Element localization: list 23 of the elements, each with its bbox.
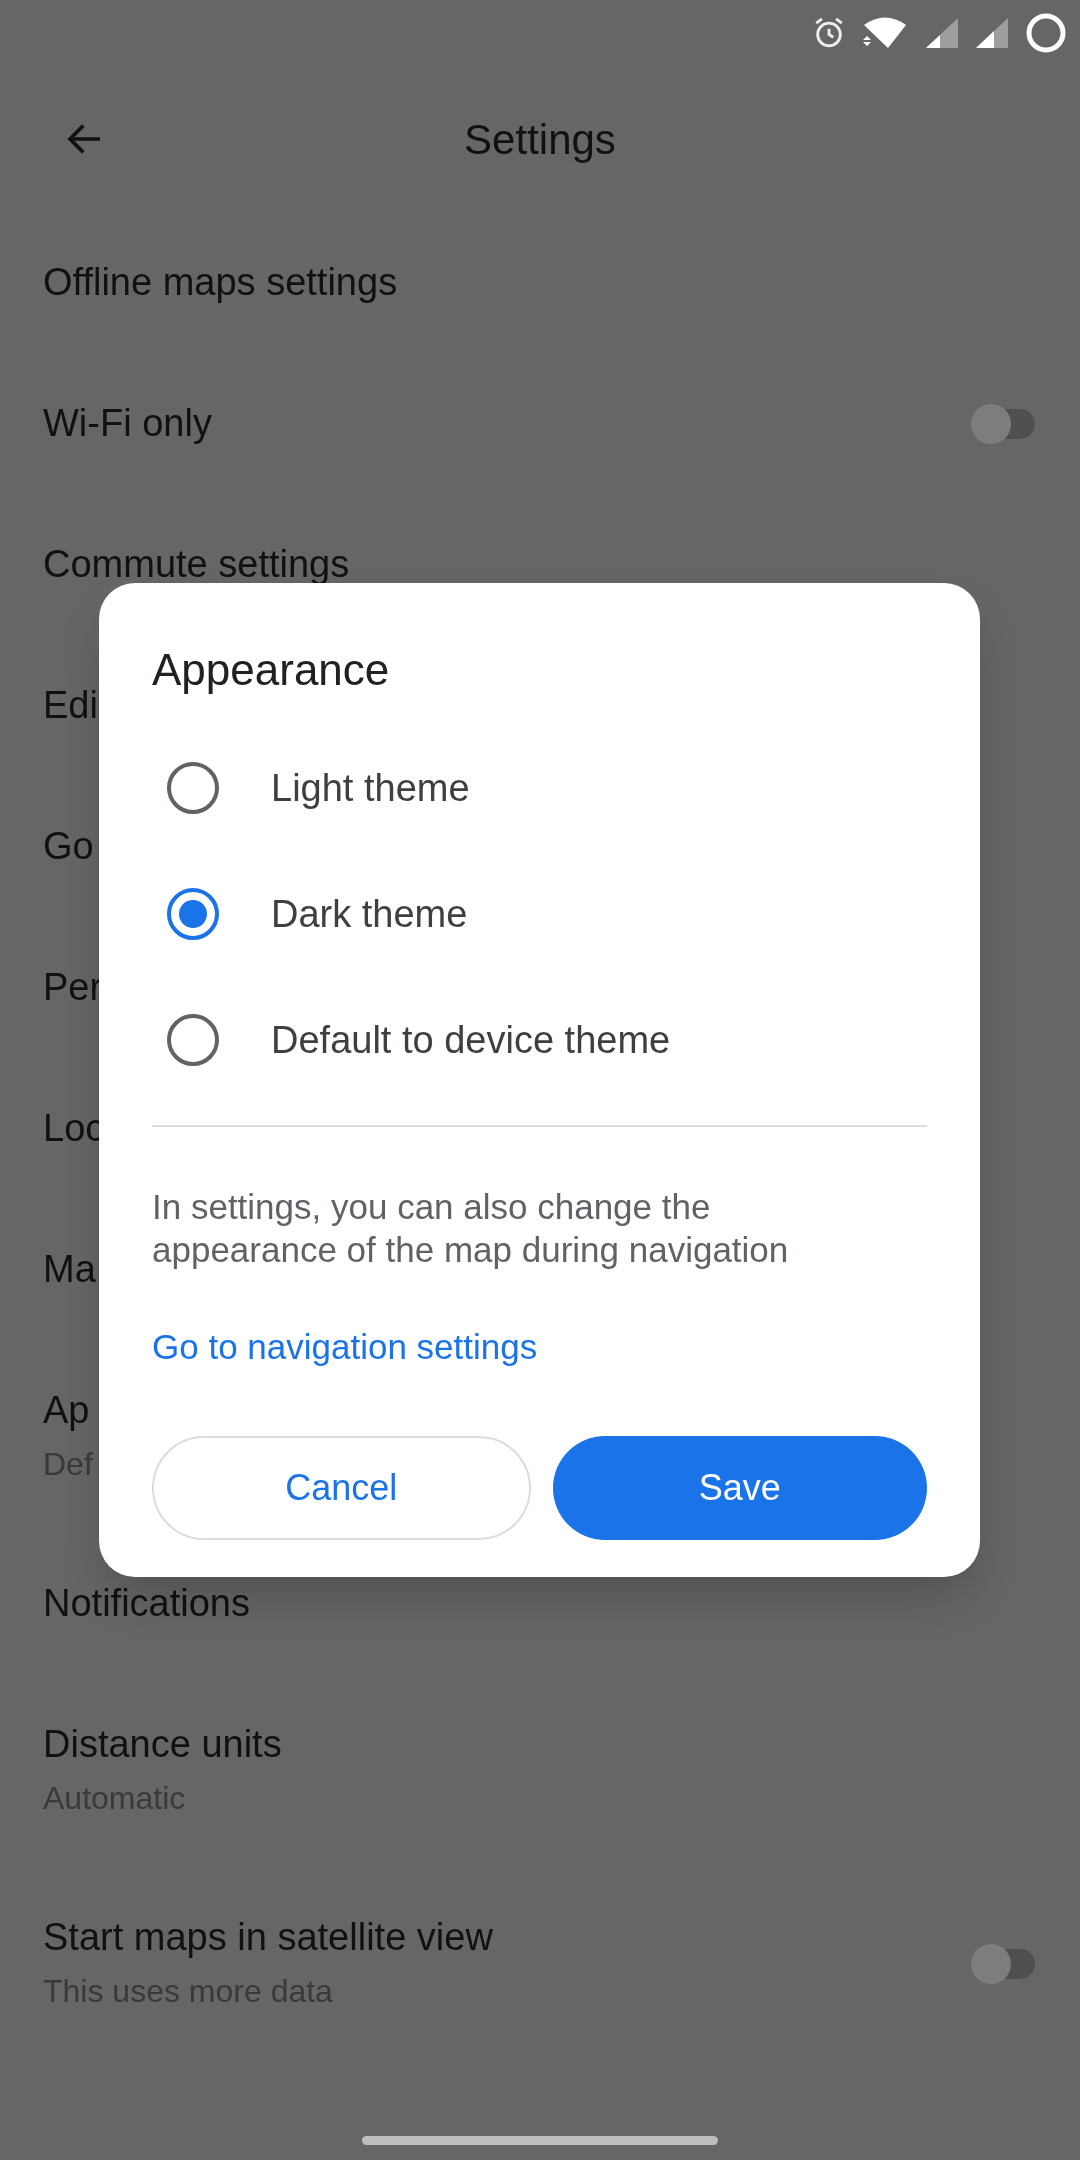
dialog-title: Appearance (152, 644, 391, 696)
battery-ring-icon (1024, 11, 1068, 55)
theme-option[interactable]: Default to device theme (152, 977, 927, 1103)
theme-option[interactable]: Light theme (152, 725, 927, 851)
setting-title[interactable]: Wi-Fi only (43, 402, 971, 445)
radio-button[interactable] (167, 762, 219, 814)
setting-title[interactable]: Distance units (43, 1723, 1037, 1766)
setting-title[interactable]: Notifications (43, 1582, 1037, 1625)
setting-title[interactable]: Commute settings (43, 543, 1037, 586)
setting-title[interactable]: Start maps in satellite view (43, 1916, 971, 1959)
signal-icon (974, 16, 1010, 50)
save-button[interactable]: Save (552, 1435, 927, 1540)
toggle-switch[interactable] (971, 403, 1037, 444)
setting-title[interactable]: Offline maps settings (43, 261, 1037, 304)
radio-button[interactable] (167, 1014, 219, 1066)
radio-button[interactable] (167, 888, 219, 940)
cancel-button[interactable]: Cancel (152, 1435, 531, 1540)
theme-option[interactable]: Dark theme (152, 851, 927, 977)
toggle-switch[interactable] (971, 1943, 1037, 1984)
screen-title: Settings (464, 114, 616, 165)
navigation-settings-link[interactable]: Go to navigation settings (152, 1321, 538, 1374)
signal-icon (924, 16, 960, 50)
dialog-note: In settings, you can also change the appearance of the map during navigation (152, 1186, 790, 1271)
